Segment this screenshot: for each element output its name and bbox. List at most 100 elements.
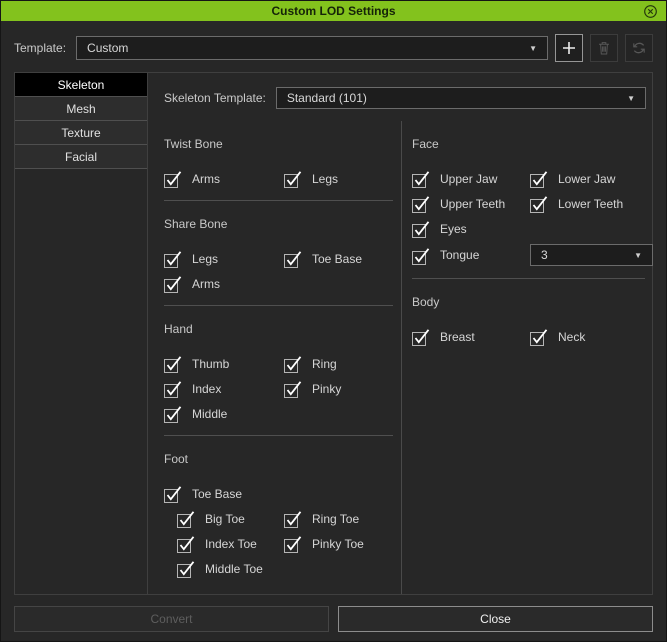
checkbox-index[interactable]: Index xyxy=(164,379,284,398)
sidebar-item-skeleton[interactable]: Skeleton xyxy=(15,73,147,97)
section-divider xyxy=(164,435,393,436)
checkbox-breast[interactable]: Breast xyxy=(412,327,530,346)
checkbox-label: Middle xyxy=(192,407,227,421)
checkbox-label: Index Toe xyxy=(205,537,257,551)
chevron-down-icon: ▼ xyxy=(627,94,635,103)
checkbox-ring-toe[interactable]: Ring Toe xyxy=(284,509,401,528)
checkbox-row: Middle xyxy=(164,404,401,423)
checkbox-label: Legs xyxy=(312,172,338,186)
checkbox-row: Legs Toe Base xyxy=(164,249,401,268)
checked-checkbox-icon xyxy=(177,559,196,578)
checkbox-thumb[interactable]: Thumb xyxy=(164,354,284,373)
checkbox-big-toe[interactable]: Big Toe xyxy=(177,509,284,528)
checkbox-row: Middle Toe xyxy=(164,559,401,578)
reset-template-button[interactable] xyxy=(625,34,653,62)
checked-checkbox-icon xyxy=(412,219,431,238)
checkbox-index-toe[interactable]: Index Toe xyxy=(177,534,284,553)
checkbox-neck[interactable]: Neck xyxy=(530,327,653,346)
checked-checkbox-icon xyxy=(530,327,549,346)
checkbox-row: Eyes xyxy=(412,219,653,238)
template-dropdown-value: Custom xyxy=(87,41,521,55)
checkbox-label: Ring Toe xyxy=(312,512,359,526)
add-template-button[interactable] xyxy=(555,34,583,62)
skeleton-template-dropdown-value: Standard (101) xyxy=(287,91,619,105)
checked-checkbox-icon xyxy=(284,509,303,528)
checkbox-label: Toe Base xyxy=(312,252,362,266)
section-title-foot: Foot xyxy=(164,452,401,466)
skeleton-page: Skeleton Template: Standard (101) ▼ Twis… xyxy=(148,73,652,594)
titlebar: Custom LOD Settings xyxy=(1,1,666,21)
checked-checkbox-icon xyxy=(412,327,431,346)
checkbox-label: Arms xyxy=(192,172,220,186)
custom-lod-settings-dialog: Custom LOD Settings Template: Custom ▼ S… xyxy=(0,0,667,642)
skeleton-template-dropdown[interactable]: Standard (101) ▼ xyxy=(276,87,646,109)
section-title-twist-bone: Twist Bone xyxy=(164,137,401,151)
checked-checkbox-icon xyxy=(412,246,431,265)
section-divider xyxy=(412,278,645,279)
section-divider xyxy=(164,305,393,306)
checkbox-pinky[interactable]: Pinky xyxy=(284,379,401,398)
close-icon[interactable] xyxy=(642,3,658,19)
checkbox-lower-jaw[interactable]: Lower Jaw xyxy=(530,169,653,188)
section-divider xyxy=(164,200,393,201)
checkbox-columns: Twist Bone Arms Legs Share Bone Legs Toe Base… xyxy=(148,121,652,594)
checkbox-label: Big Toe xyxy=(205,512,245,526)
checkbox-tongue[interactable]: Tongue xyxy=(412,246,530,265)
delete-template-button[interactable] xyxy=(590,34,618,62)
checkbox-label: Toe Base xyxy=(192,487,242,501)
checked-checkbox-icon xyxy=(284,534,303,553)
sidebar-item-texture[interactable]: Texture xyxy=(15,121,147,145)
checkbox-arms[interactable]: Arms xyxy=(164,274,284,293)
checkbox-legs[interactable]: Legs xyxy=(164,249,284,268)
checkbox-row: Upper Jaw Lower Jaw xyxy=(412,169,653,188)
settings-panel: SkeletonMeshTextureFacial Skeleton Templ… xyxy=(14,72,653,595)
checkbox-label: Neck xyxy=(558,330,585,344)
sidebar-item-mesh[interactable]: Mesh xyxy=(15,97,147,121)
checked-checkbox-icon xyxy=(530,169,549,188)
template-label: Template: xyxy=(14,41,66,55)
section-title-share-bone: Share Bone xyxy=(164,217,401,231)
checkbox-label: Ring xyxy=(312,357,337,371)
chevron-down-icon: ▼ xyxy=(529,44,537,53)
checkbox-upper-jaw[interactable]: Upper Jaw xyxy=(412,169,530,188)
checkbox-middle[interactable]: Middle xyxy=(164,404,284,423)
checkbox-label: Thumb xyxy=(192,357,229,371)
checkbox-pinky-toe[interactable]: Pinky Toe xyxy=(284,534,401,553)
checkbox-row: Toe Base xyxy=(164,484,401,503)
checkbox-label: Middle Toe xyxy=(205,562,263,576)
sidebar-item-facial[interactable]: Facial xyxy=(15,145,147,169)
template-dropdown[interactable]: Custom ▼ xyxy=(76,36,548,60)
checkbox-middle-toe[interactable]: Middle Toe xyxy=(177,559,284,578)
checkbox-label: Upper Teeth xyxy=(440,197,505,211)
checkbox-eyes[interactable]: Eyes xyxy=(412,219,530,238)
checkbox-lower-teeth[interactable]: Lower Teeth xyxy=(530,194,653,213)
checkbox-legs[interactable]: Legs xyxy=(284,169,401,188)
checkbox-upper-teeth[interactable]: Upper Teeth xyxy=(412,194,530,213)
convert-button[interactable]: Convert xyxy=(14,606,329,632)
checkbox-row: Arms xyxy=(164,274,401,293)
checked-checkbox-icon xyxy=(284,249,303,268)
checkbox-row: Index Pinky xyxy=(164,379,401,398)
checkbox-label: Pinky xyxy=(312,382,341,396)
checkbox-row: Thumb Ring xyxy=(164,354,401,373)
checked-checkbox-icon xyxy=(177,509,196,528)
checkbox-row: Breast Neck xyxy=(412,327,653,346)
window-title: Custom LOD Settings xyxy=(271,4,395,18)
checkbox-arms[interactable]: Arms xyxy=(164,169,284,188)
checked-checkbox-icon xyxy=(164,404,183,423)
checked-checkbox-icon xyxy=(284,169,303,188)
refresh-icon xyxy=(631,40,647,56)
checkbox-toe-base[interactable]: Toe Base xyxy=(284,249,401,268)
checkbox-label: Lower Jaw xyxy=(558,172,615,186)
sidebar: SkeletonMeshTextureFacial xyxy=(15,73,148,594)
checkbox-row: Index Toe Pinky Toe xyxy=(164,534,401,553)
checkbox-ring[interactable]: Ring xyxy=(284,354,401,373)
checkbox-label: Eyes xyxy=(440,222,467,236)
section-title-face: Face xyxy=(412,137,653,151)
template-actions xyxy=(548,34,653,62)
close-button[interactable]: Close xyxy=(338,606,653,632)
tongue-count-dropdown[interactable]: 3▼ xyxy=(530,244,653,266)
checkbox-toe-base[interactable]: Toe Base xyxy=(164,484,284,503)
checked-checkbox-icon xyxy=(284,379,303,398)
checkbox-label: Arms xyxy=(192,277,220,291)
